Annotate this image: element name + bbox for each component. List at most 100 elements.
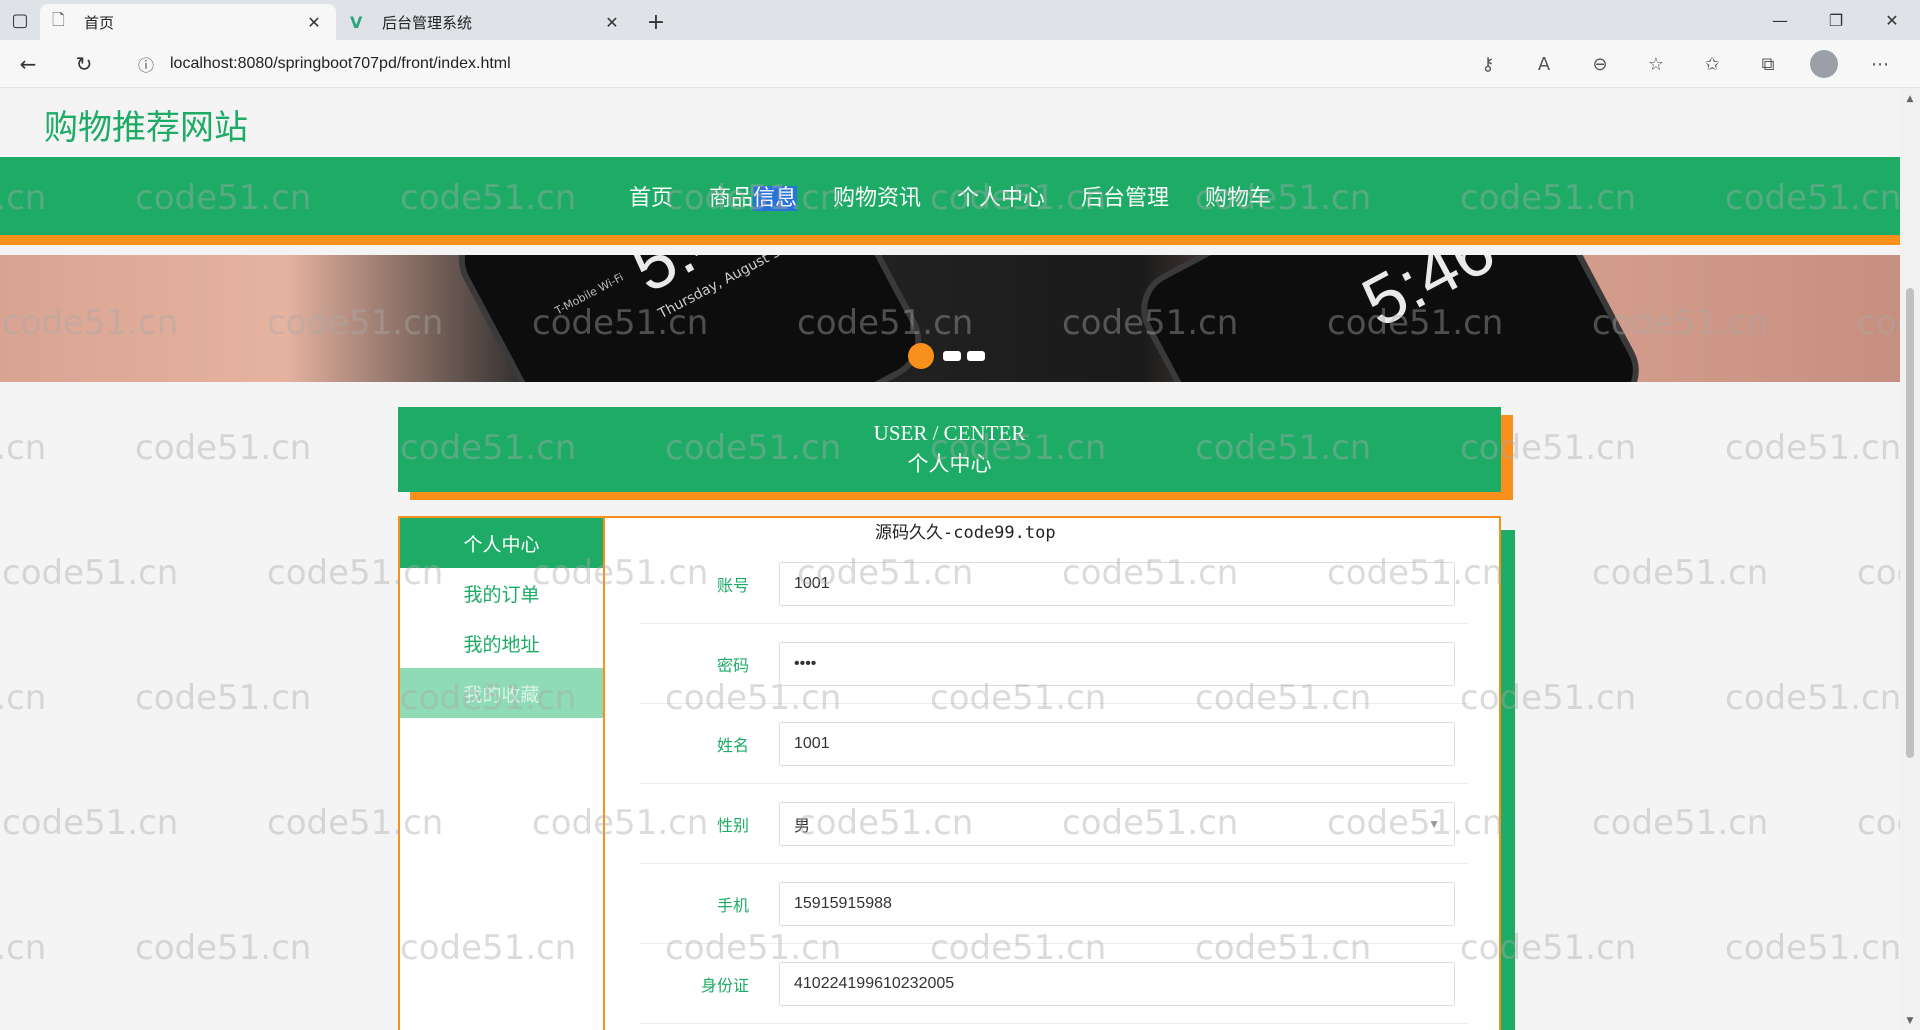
main-nav: 首页 商品信息 购物资讯 个人中心 后台管理 购物车 (0, 157, 1900, 245)
browser-tab-home[interactable]: 🗋 首页 ✕ (40, 4, 336, 40)
nav-home[interactable]: 首页 (627, 180, 675, 212)
chevron-down-icon: ▼ (1428, 817, 1440, 831)
vue-logo-icon: V (350, 12, 363, 32)
watermark-text: code51.cn (1857, 803, 1900, 843)
carousel-dot[interactable] (967, 351, 985, 361)
watermark-text: code51.cn (532, 88, 708, 93)
watermark-text: code51.cn (1327, 88, 1503, 93)
watermark-text: code51.cn (1857, 88, 1900, 93)
site-title: 购物推荐网站 (44, 108, 248, 148)
phone-label: 手机 (716, 896, 749, 915)
form-row-id-card: 身份证 (639, 944, 1469, 1024)
form-row-password: 密码 (639, 624, 1469, 704)
form-row-gender: 性别 男 ▼ (639, 784, 1469, 864)
url-text: localhost:8080/springboot707pd/front/ind… (170, 55, 511, 72)
url-field[interactable]: ⓘ localhost:8080/springboot707pd/front/i… (128, 46, 1678, 82)
browser-tab-admin[interactable]: V 后台管理系统 ✕ (338, 4, 634, 40)
watermark-text: code51.cn (135, 678, 312, 718)
user-center-panel: 个人中心 我的订单 我的地址 我的收藏 源码久久-code99.top 账号 密… (398, 516, 1501, 1030)
watermark-text: code51.cn (135, 928, 312, 968)
name-input[interactable] (779, 722, 1455, 766)
form-row-name: 姓名 (639, 704, 1469, 784)
watermark-text: code51.cn (1062, 88, 1238, 93)
account-input[interactable] (779, 562, 1455, 606)
source-note: 源码久久-code99.top (875, 523, 1056, 543)
password-label: 密码 (716, 656, 749, 675)
more-icon[interactable]: ⋯ (1852, 44, 1908, 84)
collections-icon[interactable]: ⧉ (1740, 44, 1796, 84)
watermark-text: code51.cn (1857, 553, 1900, 593)
nav-news[interactable]: 购物资讯 (831, 180, 923, 212)
carousel-dot-active[interactable] (908, 343, 934, 369)
menu-item-favorites[interactable]: 我的收藏 (400, 668, 603, 718)
site-info-icon[interactable]: ⓘ (128, 52, 164, 76)
watermark-text: code51.cn (1592, 553, 1769, 593)
watermark-text: code51.cn (1592, 803, 1769, 843)
user-center-header: USER / CENTER 个人中心 (398, 407, 1501, 492)
nav-products-selected-text: 信息 (752, 186, 797, 211)
id-card-input[interactable] (779, 962, 1455, 1006)
phone-image-left: 5:45 Thursday, August 30 T-Mobile Wi-Fi (444, 255, 936, 382)
back-icon[interactable]: ← (0, 44, 56, 84)
profile-form: 源码久久-code99.top 账号 密码 姓名 性别 男 ▼ (605, 518, 1501, 1030)
gender-select[interactable]: 男 ▼ (779, 802, 1455, 846)
refresh-icon[interactable]: ↻ (56, 44, 112, 84)
read-aloud-icon[interactable]: A (1516, 44, 1572, 84)
gender-value: 男 (794, 818, 811, 835)
watermark-text: code51.cn (2, 553, 179, 593)
nav-products[interactable]: 商品信息 (707, 180, 799, 212)
carousel-dot[interactable] (943, 351, 961, 361)
close-window-icon[interactable]: ✕ (1864, 0, 1920, 40)
minimize-icon[interactable]: — (1752, 0, 1808, 40)
account-label: 账号 (716, 576, 749, 595)
nav-admin[interactable]: 后台管理 (1079, 180, 1171, 212)
close-icon[interactable]: ✕ (602, 13, 622, 32)
scrollbar-thumb[interactable] (1906, 288, 1914, 758)
menu-item-user-center[interactable]: 个人中心 (400, 518, 603, 568)
tab-title: 首页 (84, 13, 115, 32)
key-icon[interactable]: ⚷ (1460, 44, 1516, 84)
scroll-down-icon[interactable]: ▼ (1900, 1016, 1920, 1026)
watermark-text: code51.cn (135, 428, 312, 468)
restore-icon[interactable]: ❐ (1808, 0, 1864, 40)
close-icon[interactable]: ✕ (304, 13, 324, 32)
watermark-text: code51.cn (1592, 88, 1768, 93)
phone-carrier: T-Mobile Wi-Fi (552, 270, 626, 318)
banner-carousel[interactable]: 5:45 Thursday, August 30 T-Mobile Wi-Fi … (0, 255, 1900, 382)
favorite-icon[interactable]: ☆ (1628, 44, 1684, 84)
page-icon: 🗋 (52, 9, 65, 29)
nav-user-center[interactable]: 个人中心 (955, 180, 1047, 212)
tab-actions-icon[interactable]: ▢ (0, 0, 40, 40)
watermark-text: code51.cn (1725, 928, 1900, 968)
carousel-indicators (908, 343, 988, 369)
favorites-list-icon[interactable]: ✩ (1684, 44, 1740, 84)
tab-title: 后台管理系统 (382, 13, 473, 32)
nav-products-text: 商品 (708, 186, 753, 211)
form-row-phone: 手机 (639, 864, 1469, 944)
window-controls: — ❐ ✕ (1752, 0, 1920, 40)
user-center-title-en: USER / CENTER (873, 421, 1026, 445)
scroll-up-icon[interactable]: ▲ (1900, 94, 1920, 104)
profile-avatar[interactable] (1810, 50, 1838, 78)
watermark-text: code51.cn (1725, 428, 1900, 468)
phone-input[interactable] (779, 882, 1455, 926)
browser-toolbar: ⚷ A ⊖ ☆ ✩ ⧉ ⋯ (1460, 44, 1908, 84)
phone-time-right: 5:46 (1349, 255, 1507, 342)
nav-cart[interactable]: 购物车 (1203, 180, 1273, 212)
browser-tab-bar: ▢ 🗋 首页 ✕ V 后台管理系统 ✕ + — ❐ ✕ (0, 0, 1920, 40)
id-card-label: 身份证 (700, 976, 749, 995)
watermark-text: code51.cn (797, 88, 973, 93)
new-tab-button[interactable]: + (636, 4, 676, 40)
page-scrollbar[interactable]: ▲ ▼ (1900, 88, 1920, 1030)
watermark-text: code51.cn (2, 88, 178, 93)
page-viewport: 购物推荐网站 首页 商品信息 购物资讯 个人中心 后台管理 购物车 5:45 T… (0, 88, 1900, 1030)
menu-item-orders[interactable]: 我的订单 (400, 568, 603, 618)
zoom-out-icon[interactable]: ⊖ (1572, 44, 1628, 84)
gender-label: 性别 (716, 816, 749, 835)
watermark-text: code51.cn (0, 678, 47, 718)
password-input[interactable] (779, 642, 1455, 686)
menu-item-address[interactable]: 我的地址 (400, 618, 603, 668)
name-label: 姓名 (716, 736, 749, 755)
watermark-text: code51.cn (1725, 678, 1900, 718)
watermark-text: code51.cn (267, 88, 443, 93)
